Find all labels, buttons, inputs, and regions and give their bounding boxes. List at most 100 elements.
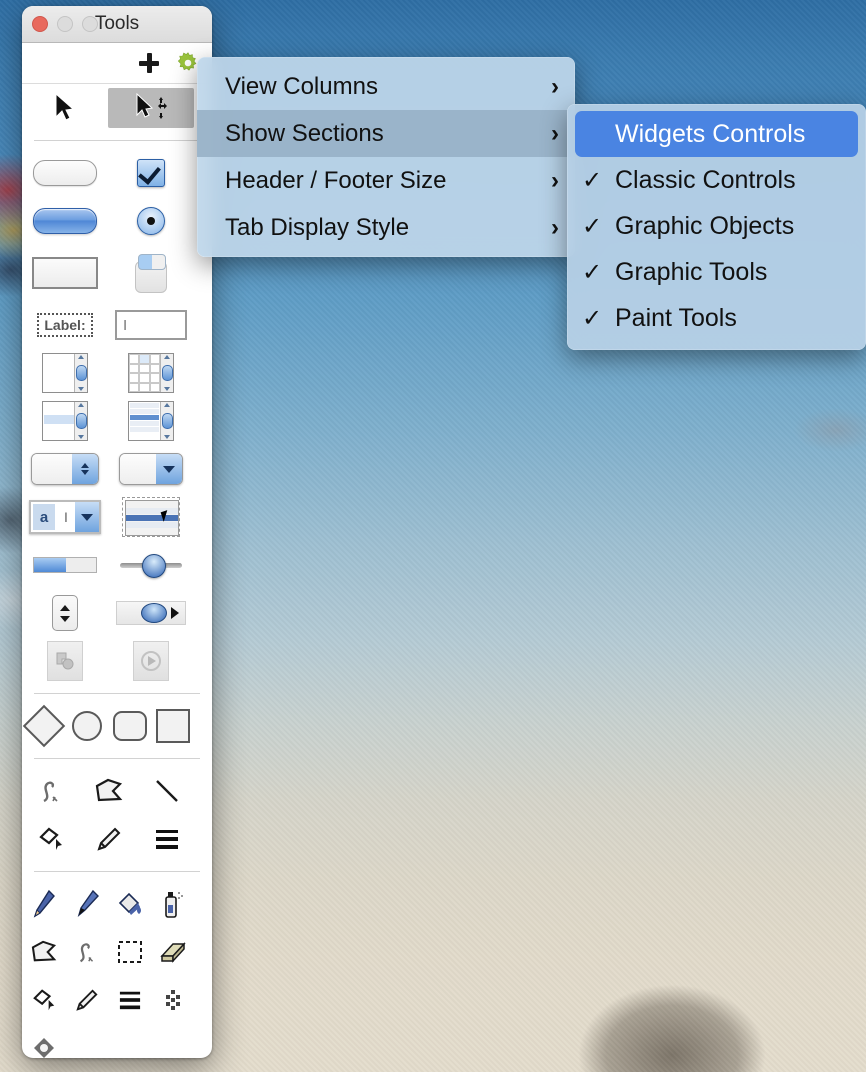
pencil-icon[interactable]: [65, 979, 108, 1021]
section-selection-tools: [22, 84, 212, 132]
polygon-icon[interactable]: [80, 770, 138, 812]
palette-row: [22, 149, 212, 197]
text-field-icon[interactable]: I: [108, 304, 194, 346]
palette-row: [22, 637, 212, 685]
divider: [34, 758, 200, 759]
checkmark-icon: ✓: [581, 166, 603, 194]
data-browser-icon[interactable]: [108, 400, 194, 442]
menu-item-label: Header / Footer Size: [225, 166, 447, 194]
table-view-icon[interactable]: [108, 352, 194, 394]
show-sections-submenu[interactable]: Widgets Controls ✓ Classic Controls ✓ Gr…: [567, 104, 866, 350]
palette-row: Label: I: [22, 301, 212, 349]
close-button[interactable]: [32, 16, 48, 32]
palette-row: [22, 445, 212, 493]
diamond-icon[interactable]: [22, 704, 65, 748]
pattern-icon[interactable]: [151, 979, 194, 1021]
popup-button-icon[interactable]: [108, 248, 194, 298]
rotate-icon[interactable]: [22, 979, 65, 1021]
divider: [34, 140, 200, 141]
line-weight-icon[interactable]: [138, 818, 196, 860]
palette-toolbar: [22, 43, 212, 84]
play-circle-disabled-icon[interactable]: [108, 640, 194, 682]
marquee-icon[interactable]: [108, 931, 151, 973]
combo-box-icon[interactable]: aI: [22, 496, 108, 538]
divider: [34, 693, 200, 694]
plus-icon[interactable]: [138, 52, 160, 74]
divider: [34, 871, 200, 872]
slider-icon[interactable]: [108, 544, 194, 586]
scroll-view-icon[interactable]: [22, 352, 108, 394]
checkmark-icon: ✓: [581, 304, 603, 332]
submenu-item-label: Widgets Controls: [615, 119, 806, 148]
square-icon[interactable]: [151, 705, 194, 747]
drag-list-icon[interactable]: [108, 496, 194, 538]
window-titlebar[interactable]: Tools: [22, 6, 212, 43]
submenu-item-label: Paint Tools: [615, 303, 737, 332]
section-paint-tools: [22, 880, 212, 928]
submenu-item-label: Graphic Tools: [615, 257, 768, 286]
popup-menu-icon[interactable]: [108, 448, 194, 490]
eraser-icon[interactable]: [151, 931, 194, 973]
arrow-move-tool-cell[interactable]: [108, 87, 194, 129]
checkmark-icon: ✓: [581, 212, 603, 240]
line-icon[interactable]: [138, 770, 196, 812]
relevance-slider-icon[interactable]: [108, 592, 194, 634]
rotate-icon[interactable]: [22, 818, 80, 860]
paint-bucket-icon[interactable]: [108, 883, 151, 925]
circle-icon[interactable]: [65, 705, 108, 747]
palette-row: [22, 349, 212, 397]
chevron-right-icon: ›: [551, 119, 559, 147]
submenu-item-graphic-objects[interactable]: ✓ Graphic Objects: [567, 203, 866, 249]
section-graphic-objects: [22, 702, 212, 750]
label-icon[interactable]: Label:: [22, 304, 108, 346]
menu-item-view-columns[interactable]: View Columns ›: [197, 63, 575, 110]
palette-row: [22, 815, 212, 863]
palette-row: [22, 397, 212, 445]
arrow-move-icon[interactable]: [108, 88, 194, 128]
pill-button-blue-icon[interactable]: [22, 200, 108, 242]
list-box-icon[interactable]: [22, 400, 108, 442]
paintbrush-icon[interactable]: [65, 883, 108, 925]
polygon-icon[interactable]: [22, 931, 65, 973]
pencil-icon[interactable]: [80, 818, 138, 860]
rounded-rect-icon[interactable]: [108, 705, 151, 747]
submenu-item-graphic-tools[interactable]: ✓ Graphic Tools: [567, 249, 866, 295]
spray-can-icon[interactable]: [151, 883, 194, 925]
image-button-disabled-icon[interactable]: [22, 640, 108, 682]
arrow-cursor-icon[interactable]: [22, 87, 108, 129]
scribble-icon[interactable]: [65, 931, 108, 973]
tools-palette-window: Tools Label: I a I: [22, 6, 212, 1058]
section-graphic-tools: [22, 767, 212, 815]
scribble-icon[interactable]: [22, 770, 80, 812]
zoom-button[interactable]: [82, 16, 98, 32]
radio-button-icon[interactable]: [108, 200, 194, 242]
checkbox-icon[interactable]: [108, 152, 194, 194]
menu-item-header-footer-size[interactable]: Header / Footer Size ›: [197, 157, 575, 204]
submenu-item-label: Classic Controls: [615, 165, 796, 194]
checkmark-icon: ✓: [581, 258, 603, 286]
minimize-button[interactable]: [57, 16, 73, 32]
chevron-right-icon: ›: [551, 166, 559, 194]
progress-bar-icon[interactable]: [22, 544, 108, 586]
line-weight-icon[interactable]: [108, 979, 151, 1021]
palette-row: [22, 589, 212, 637]
traffic-light-buttons: [32, 16, 98, 32]
menu-item-tab-display-style[interactable]: Tab Display Style ›: [197, 204, 575, 251]
chevron-right-icon: ›: [551, 213, 559, 241]
menu-item-show-sections[interactable]: Show Sections ›: [197, 110, 575, 157]
gradient-icon[interactable]: [22, 1027, 65, 1058]
submenu-item-classic-controls[interactable]: ✓ Classic Controls: [567, 157, 866, 203]
submenu-item-widgets-controls[interactable]: Widgets Controls: [575, 111, 858, 157]
menu-item-label: View Columns: [225, 72, 378, 100]
pill-button-icon[interactable]: [22, 152, 108, 194]
tool-palette-body: Label: I a I: [22, 84, 212, 1058]
little-arrows-icon[interactable]: [22, 592, 108, 634]
palette-row: aI: [22, 493, 212, 541]
rect-button-icon[interactable]: [22, 252, 108, 294]
chevron-right-icon: ›: [551, 72, 559, 100]
submenu-item-paint-tools[interactable]: ✓ Paint Tools: [567, 295, 866, 341]
stepper-icon[interactable]: [22, 448, 108, 490]
pencil-blue-icon[interactable]: [22, 883, 65, 925]
context-menu[interactable]: View Columns › Show Sections › Header / …: [197, 57, 575, 257]
palette-row: [22, 541, 212, 589]
